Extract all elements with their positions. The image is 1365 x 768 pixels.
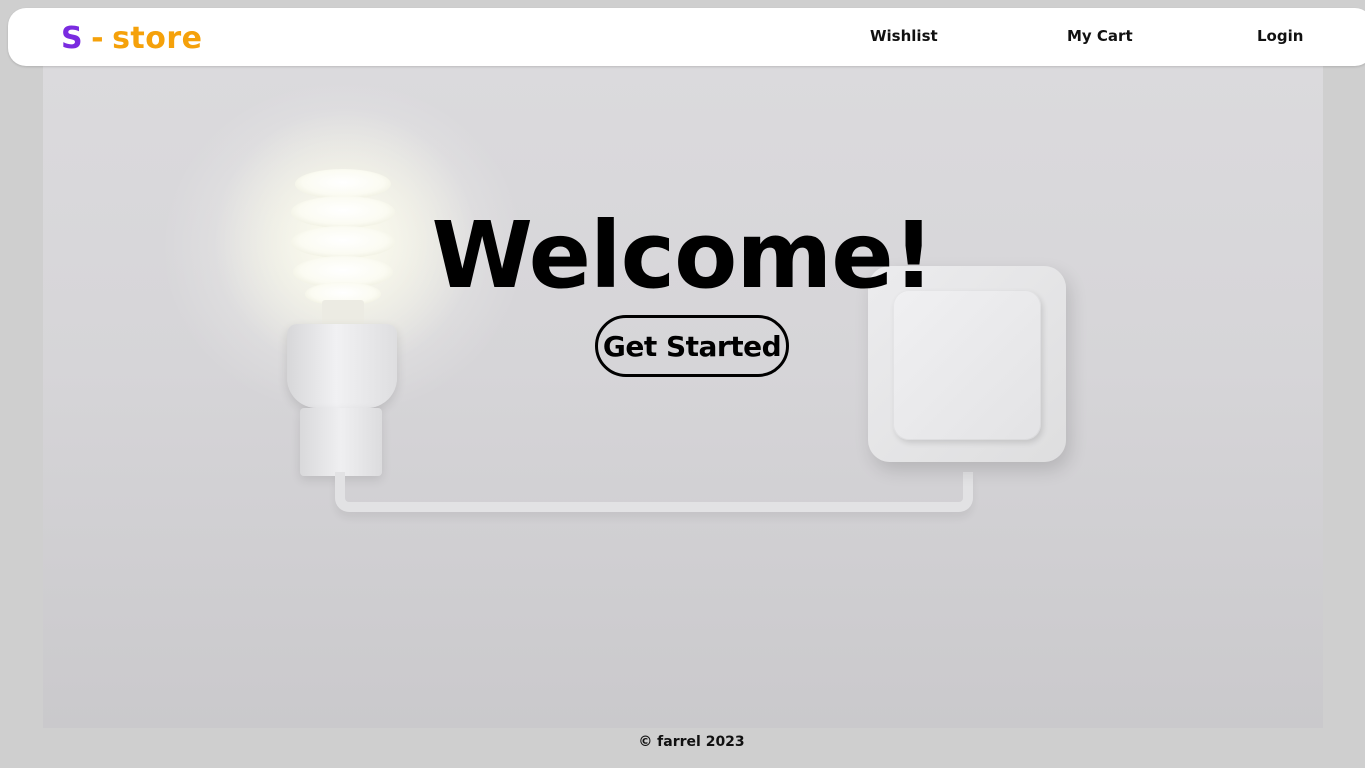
brand-separator: - [91, 21, 105, 56]
nav-login-link[interactable]: Login [1257, 27, 1303, 45]
bulb-socket [300, 408, 382, 476]
nav-my-cart-link[interactable]: My Cart [1067, 27, 1133, 45]
wall-switch-rocker [893, 290, 1041, 440]
footer-copyright: © farrel 2023 [638, 734, 745, 750]
brand-letter: S [61, 21, 84, 56]
nav-wishlist-link[interactable]: Wishlist [870, 27, 938, 45]
cable [335, 472, 973, 512]
get-started-button[interactable]: Get Started [595, 315, 789, 377]
bulb-base [287, 324, 397, 408]
brand-logo[interactable]: S - store [61, 24, 203, 54]
page: S - store Wishlist My Cart Login Welcome! … [0, 0, 1365, 768]
hero-heading: Welcome! [431, 202, 934, 309]
navbar: S - store Wishlist My Cart Login [8, 8, 1365, 66]
brand-name: store [112, 21, 203, 56]
